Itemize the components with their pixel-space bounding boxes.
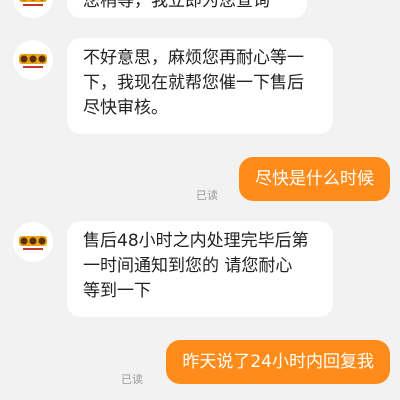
message-line: 不好意思，麻烦您再耐心等一	[83, 48, 304, 68]
message-line: 尽快审核。	[83, 98, 168, 118]
agent-avatar[interactable]	[13, 0, 53, 18]
message-line: 下，我现在就帮您催一下售后	[83, 73, 304, 93]
agent-message-bubble: 售后48小时之内处理完毕后第 一时间通知到您的 请您耐心 等到一下	[67, 221, 333, 317]
agent-avatar[interactable]	[13, 40, 53, 80]
agent-message-bubble: 您稍等，我立即为您查询	[67, 0, 307, 18]
shop-logo-icon	[13, 222, 53, 262]
message-line: 售后48小时之内处理完毕后第	[83, 231, 309, 251]
chat-window: 您稍等，我立即为您查询 不好意思，麻烦您再耐心等一 下，我现在就帮您催一下售后 …	[0, 0, 400, 400]
read-status: 已读	[121, 373, 143, 386]
message-line: 等到一下	[83, 281, 151, 301]
message-line: 一时间通知到您的 请您耐心	[83, 256, 293, 276]
read-status: 已读	[196, 189, 218, 202]
message-line: 您稍等，我立即为您查询	[83, 0, 270, 11]
user-message-bubble: 昨天说了24小时内回复我	[166, 340, 390, 384]
agent-avatar[interactable]	[13, 222, 53, 262]
agent-message-bubble: 不好意思，麻烦您再耐心等一 下，我现在就帮您催一下售后 尽快审核。	[67, 38, 333, 134]
shop-logo-icon	[13, 0, 53, 18]
user-message-bubble: 尽快是什么时候	[239, 157, 390, 201]
shop-logo-icon	[13, 40, 53, 80]
